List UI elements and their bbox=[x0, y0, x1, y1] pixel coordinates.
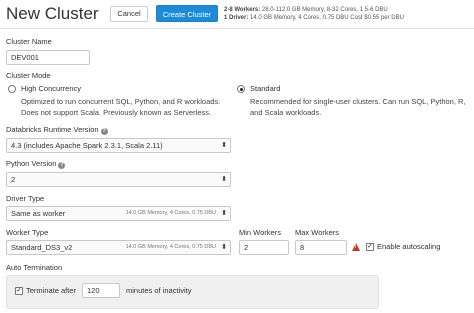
high-concurrency-radio[interactable] bbox=[8, 85, 16, 93]
worker-type-select[interactable]: Standard_DS3_v2 14.0 GB Memory, 4 Cores, … bbox=[6, 240, 231, 255]
worker-type-label: Worker Type bbox=[6, 228, 49, 237]
cancel-button[interactable]: Cancel bbox=[110, 6, 148, 22]
terminate-after-label[interactable]: Terminate after bbox=[26, 286, 76, 295]
worker-type-value: Standard_DS3_v2 bbox=[11, 243, 73, 252]
min-workers-label: Min Workers bbox=[239, 228, 281, 237]
header-divider bbox=[0, 28, 474, 29]
page-title: New Cluster bbox=[6, 4, 99, 23]
runtime-label: Databricks Runtime Version? bbox=[6, 125, 108, 135]
select-arrows-icon: ⬍ bbox=[221, 244, 227, 251]
driver-type-select[interactable]: Same as worker 14.0 GB Memory, 4 Cores, 0… bbox=[6, 206, 231, 221]
driver-summary: 1 Driver: 14.0 GB Memory, 4 Cores, 0.75 … bbox=[224, 15, 404, 21]
standard-radio[interactable] bbox=[237, 85, 245, 93]
runtime-select-value: 4.3 (includes Apache Spark 2.3.1, Scala … bbox=[11, 141, 163, 150]
driver-type-label: Driver Type bbox=[6, 194, 45, 203]
max-workers-label: Max Workers bbox=[295, 228, 340, 237]
max-workers-input[interactable]: 8 bbox=[295, 240, 347, 255]
min-workers-input[interactable]: 2 bbox=[239, 240, 289, 255]
standard-desc-1: Recommended for single-user clusters. Ca… bbox=[250, 97, 466, 106]
driver-type-value: Same as worker bbox=[11, 209, 66, 218]
standard-label[interactable]: Standard bbox=[250, 84, 280, 93]
select-arrows-icon: ⬍ bbox=[221, 210, 227, 217]
python-version-label: Python Version? bbox=[6, 159, 66, 169]
standard-desc-2: and Scala workloads. bbox=[250, 108, 322, 117]
cluster-name-label: Cluster Name bbox=[6, 37, 52, 46]
cluster-name-input[interactable]: DEV001 bbox=[6, 50, 90, 65]
cluster-summary: 2-8 Workers: 28.0-112.0 GB Memory, 8-32 … bbox=[224, 6, 404, 22]
create-cluster-button[interactable]: Create Cluster bbox=[156, 5, 218, 22]
terminate-after-checkbox[interactable]: ✓ bbox=[15, 287, 23, 295]
python-version-select[interactable]: 2 ⬍ bbox=[6, 172, 231, 187]
worker-type-spec: 14.0 GB Memory, 4 Cores, 0.75 DBU bbox=[125, 244, 216, 250]
select-arrows-icon: ⬍ bbox=[221, 142, 227, 149]
driver-type-spec: 14.0 GB Memory, 4 Cores, 0.75 DBU bbox=[125, 210, 216, 216]
inactivity-suffix: minutes of inactivity bbox=[126, 286, 192, 295]
workers-summary: 2-8 Workers: 28.0-112.0 GB Memory, 8-32 … bbox=[224, 7, 388, 13]
high-concurrency-label[interactable]: High Concurrency bbox=[21, 84, 81, 93]
inactivity-minutes-input[interactable]: 120 bbox=[82, 283, 120, 298]
select-arrows-icon: ⬍ bbox=[221, 176, 227, 183]
high-concurrency-desc-2: Does not support Scala. Previously known… bbox=[21, 108, 212, 117]
warning-exclamation: ! bbox=[354, 244, 357, 250]
question-circle-icon[interactable]: ? bbox=[100, 128, 108, 135]
auto-termination-label: Auto Termination bbox=[6, 263, 63, 272]
enable-autoscaling-checkbox[interactable]: ✓ bbox=[366, 243, 374, 251]
python-version-value: 2 bbox=[11, 175, 16, 184]
enable-autoscaling-label[interactable]: Enable autoscaling bbox=[377, 242, 440, 251]
high-concurrency-desc-1: Optimized to run concurrent SQL, Python,… bbox=[21, 97, 221, 106]
cluster-mode-label: Cluster Mode bbox=[6, 71, 51, 80]
runtime-select[interactable]: 4.3 (includes Apache Spark 2.3.1, Scala … bbox=[6, 138, 231, 153]
question-circle-icon[interactable]: ? bbox=[58, 162, 66, 169]
